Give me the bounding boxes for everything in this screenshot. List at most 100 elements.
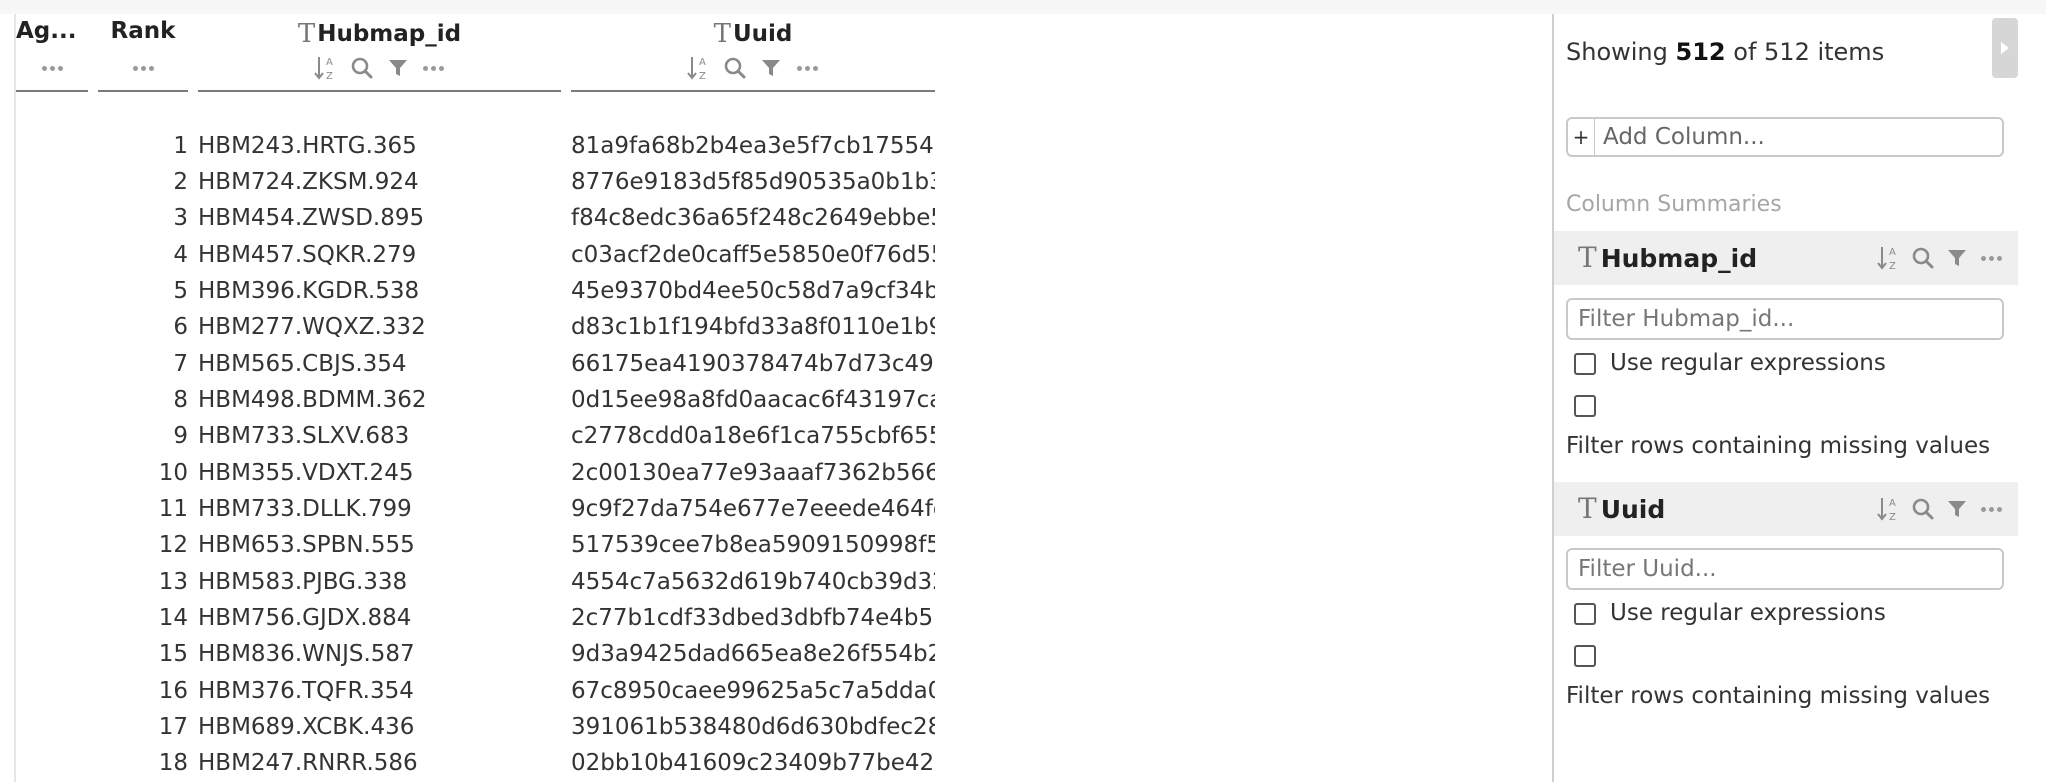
uuid-cell: 81a9fa68b2b4ea3e5f7cb1755414 — [571, 133, 935, 159]
search-icon[interactable] — [720, 54, 750, 82]
hubmap-id-cell: HBM689.XCBK.436 — [198, 714, 415, 740]
rank-cell: 10 — [158, 460, 188, 486]
add-column-input[interactable] — [1595, 123, 2002, 151]
filter-icon[interactable] — [1942, 495, 1972, 523]
column-summaries-label: Column Summaries — [1566, 192, 1782, 217]
summary-title-uuid-label: Uuid — [1600, 495, 1666, 524]
showing-suffix: of 512 items — [1733, 38, 1885, 66]
column-title-hubmap-id: THubmap_id — [198, 18, 561, 49]
filter-uuid-input[interactable] — [1566, 548, 2004, 590]
search-icon[interactable] — [1908, 244, 1938, 272]
missing-checkbox-uuid[interactable] — [1574, 645, 1596, 667]
uuid-cell: f84c8edc36a65f248c2649ebbe5 — [571, 205, 935, 231]
hubmap-id-cell: HBM277.WQXZ.332 — [198, 314, 426, 340]
sort-alpha-icon[interactable]: AZ — [1874, 495, 1904, 523]
missing-label-hubmap-id: Filter rows containing missing values — [1566, 433, 1991, 459]
hubmap-id-cell: HBM583.PJBG.338 — [198, 569, 408, 595]
filter-icon[interactable] — [756, 54, 786, 82]
rank-cell: 1 — [173, 133, 188, 159]
rank-cell: 7 — [173, 351, 188, 377]
hubmap-id-cell: HBM498.BDMM.362 — [198, 387, 427, 413]
uuid-cell: 391061b538480d6d630bdfec283 — [571, 714, 935, 740]
column-underline — [198, 90, 561, 92]
filter-icon[interactable] — [1942, 244, 1972, 272]
showing-prefix: Showing — [1566, 38, 1668, 66]
filter-hubmap-id-input[interactable] — [1566, 298, 2004, 340]
uuid-cell: c03acf2de0caff5e5850e0f76d55 — [571, 242, 935, 268]
regex-checkbox-uuid[interactable] — [1574, 603, 1596, 625]
summary-header-hubmap-id: T Hubmap_id AZ — [1554, 231, 2018, 285]
uuid-cell: 02bb10b41609c23409b77be427e — [571, 750, 935, 776]
sort-alpha-icon[interactable]: AZ — [684, 54, 714, 82]
uuid-cell: 8776e9183d5f85d90535a0b1b3b — [571, 169, 935, 195]
column-title-hubmap-id-label: Hubmap_id — [317, 21, 462, 47]
hubmap-id-cell: HBM756.GJDX.884 — [198, 605, 412, 631]
hubmap-id-cell: HBM243.HRTG.365 — [198, 133, 417, 159]
rank-cell: 12 — [158, 532, 188, 558]
column-header-rank[interactable]: Rank — [98, 14, 188, 92]
search-icon[interactable] — [347, 54, 377, 82]
hubmap-id-cell: HBM733.DLLK.799 — [198, 496, 412, 522]
sort-alpha-icon[interactable]: AZ — [1874, 244, 1904, 272]
rank-cell: 5 — [173, 278, 188, 304]
column-title-ag: Ag... — [16, 18, 77, 44]
rank-cell: 17 — [158, 714, 188, 740]
svg-text:A: A — [326, 57, 333, 68]
column-title-rank: Rank — [110, 18, 176, 44]
hubmap-id-cell: HBM376.TQFR.354 — [198, 678, 414, 704]
plus-icon[interactable]: + — [1568, 119, 1595, 155]
top-strip — [0, 0, 2046, 14]
add-column-field[interactable]: + — [1566, 117, 2004, 157]
column-header-uuid[interactable]: TUuid AZ — [571, 14, 935, 92]
column-underline — [98, 90, 188, 92]
panel-toggle-button[interactable] — [1992, 18, 2018, 78]
uuid-cell: d83c1b1f194bfd33a8f0110e1b9e8 — [571, 314, 935, 340]
uuid-cell: 9d3a9425dad665ea8e26f554b2a — [571, 641, 935, 667]
column-underline — [16, 90, 88, 92]
hubmap-id-cell: HBM733.SLXV.683 — [198, 423, 410, 449]
summary-header-uuid: T Uuid AZ — [1554, 482, 2018, 536]
text-type-icon: T — [1578, 492, 1597, 525]
svg-text:Z: Z — [699, 71, 706, 82]
grid-left-border — [14, 14, 16, 782]
uuid-cell: 45e9370bd4ee50c58d7a9cf34b4 — [571, 278, 935, 304]
rank-cell: 15 — [158, 641, 188, 667]
rank-cell: 11 — [158, 496, 188, 522]
more-icon[interactable] — [419, 54, 449, 82]
more-icon[interactable] — [37, 54, 67, 82]
text-type-icon: T — [713, 19, 731, 49]
more-icon[interactable] — [1976, 495, 2006, 523]
uuid-cell: 4554c7a5632d619b740cb39d32 — [571, 569, 935, 595]
hubmap-id-cell: HBM247.RNRR.586 — [198, 750, 418, 776]
regex-label-hubmap-id: Use regular expressions — [1610, 350, 1886, 376]
uuid-cell: 66175ea4190378474b7d73c49c4 — [571, 351, 935, 377]
uuid-cell: 2c00130ea77e93aaaf7362b566b — [571, 460, 935, 486]
search-icon[interactable] — [1908, 495, 1938, 523]
more-icon[interactable] — [1976, 244, 2006, 272]
column-underline — [571, 90, 935, 92]
regex-label-uuid: Use regular expressions — [1610, 600, 1886, 626]
missing-checkbox-hubmap-id[interactable] — [1574, 395, 1596, 417]
column-header-hubmap-id[interactable]: THubmap_id AZ — [198, 14, 561, 92]
column-header-ag[interactable]: Ag... — [16, 14, 88, 92]
hubmap-id-cell: HBM396.KGDR.538 — [198, 278, 420, 304]
more-icon[interactable] — [128, 54, 158, 82]
uuid-cell: 0d15ee98a8fd0aacac6f43197ca1f — [571, 387, 935, 413]
summary-title-uuid: T Uuid — [1578, 492, 1665, 525]
column-title-uuid: TUuid — [571, 18, 935, 49]
hubmap-id-cell: HBM454.ZWSD.895 — [198, 205, 425, 231]
showing-count: Showing 512 of 512 items — [1566, 38, 1884, 66]
uuid-cell: 517539cee7b8ea5909150998f54 — [571, 532, 935, 558]
rank-cell: 2 — [173, 169, 188, 195]
svg-text:Z: Z — [326, 71, 333, 82]
svg-text:A: A — [1889, 247, 1896, 258]
missing-label-uuid: Filter rows containing missing values — [1566, 683, 1991, 709]
hubmap-id-cell: HBM565.CBJS.354 — [198, 351, 407, 377]
filter-icon[interactable] — [383, 54, 413, 82]
showing-number: 512 — [1675, 38, 1726, 66]
hubmap-id-cell: HBM724.ZKSM.924 — [198, 169, 419, 195]
regex-checkbox-hubmap-id[interactable] — [1574, 353, 1596, 375]
sort-alpha-icon[interactable]: AZ — [311, 54, 341, 82]
uuid-cell: c2778cdd0a18e6f1ca755cbf6551 — [571, 423, 935, 449]
more-icon[interactable] — [792, 54, 822, 82]
